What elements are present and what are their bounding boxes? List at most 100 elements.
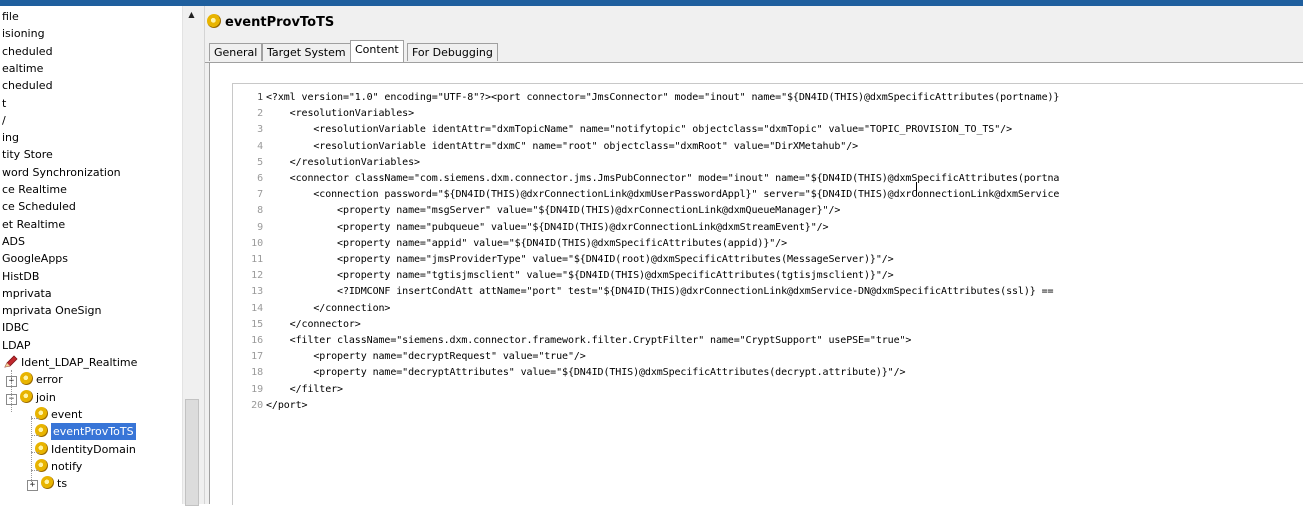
code-line: 7 <connection password="${DN4ID(THIS)@dx… <box>233 187 1059 203</box>
code-text: <resolutionVariable identAttr="dxmTopicN… <box>266 124 1012 136</box>
tree-item[interactable]: ce Scheduled <box>2 198 76 215</box>
code-line: 4 <resolutionVariable identAttr="dxmC" n… <box>233 139 858 155</box>
tree-item-label: Ident_LDAP_Realtime <box>21 356 138 369</box>
code-text: </resolutionVariables> <box>266 156 420 168</box>
tree-item-label: ce Realtime <box>2 183 67 196</box>
tree-item[interactable]: et Realtime <box>2 216 65 233</box>
tree-item[interactable]: isioning <box>2 25 45 42</box>
tree-item-label: HistDB <box>2 269 40 283</box>
scroll-thumb[interactable] <box>185 399 199 506</box>
tree-item[interactable]: LDAP <box>2 337 31 354</box>
tree-item-label: LDAP <box>2 338 31 352</box>
pencil-icon <box>4 355 18 368</box>
line-number: 3 <box>257 124 263 136</box>
tree-item[interactable]: HistDB <box>2 268 39 285</box>
line-number: 1 <box>257 92 263 103</box>
content-tab-pane: 1 <?xml version="1.0" encoding="UTF-8"?><… <box>209 63 1303 505</box>
tree-item-label: isioning <box>2 27 45 41</box>
line-number: 7 <box>257 189 263 201</box>
line-number: 6 <box>257 173 263 184</box>
gear-icon <box>207 14 221 28</box>
tree-item-label: error <box>36 373 63 387</box>
tree-item[interactable]: ce Realtime <box>2 181 67 198</box>
code-text: </connection> <box>266 302 391 314</box>
tree-item-label: ealtime <box>2 61 44 75</box>
tab-general[interactable]: General <box>209 43 263 61</box>
code-text: <resolutionVariables> <box>266 108 415 120</box>
tree-item[interactable]: Ident_LDAP_Realtime <box>4 354 137 371</box>
tree-item[interactable]: ADS <box>2 233 25 250</box>
code-line: 2 <resolutionVariables> <box>233 106 414 122</box>
line-number: 18 <box>251 367 263 379</box>
code-line: 1 <?xml version="1.0" encoding="UTF-8"?><… <box>233 90 1059 106</box>
tree-item[interactable]: file <box>2 8 19 25</box>
code-text: </port> <box>266 399 308 411</box>
tree-item-label: file <box>2 10 19 23</box>
tree-item[interactable]: IDBC <box>2 319 29 336</box>
code-text: <property name="pubqueue" value="${DN4ID… <box>266 221 829 233</box>
code-text: <property name="tgtisjmsclient" value="$… <box>266 270 894 282</box>
code-line: 18 <property name="decryptAttributes" va… <box>233 365 905 381</box>
tab-for-debugging[interactable]: For Debugging <box>407 43 498 61</box>
tree-item-label: tity Store <box>2 148 53 162</box>
tree-item[interactable]: IdentityDomain <box>22 441 136 458</box>
tree-item-label: mprivata OneSign <box>2 304 102 318</box>
tree-item[interactable]: cheduled <box>2 43 53 60</box>
tree-item[interactable]: cheduled <box>2 77 53 94</box>
tree-item[interactable]: mprivata OneSign <box>2 302 101 319</box>
page-title-text: eventProvToTS <box>225 15 335 30</box>
code-line: 14 </connection> <box>233 301 390 317</box>
code-text: <connector className="com.siemens.dxm.co… <box>266 173 1060 184</box>
code-line: 8 <property name="msgServer" value="${DN… <box>233 203 840 219</box>
tree-item-label: cheduled <box>2 44 53 58</box>
code-line: 16 <filter className="siemens.dxm.connec… <box>233 333 911 349</box>
tab-target-system[interactable]: Target System <box>262 43 351 61</box>
code-text: <?IDMCONF insertCondAtt attName="port" t… <box>266 286 1054 298</box>
code-line: 15 </connector> <box>233 317 361 333</box>
tree-item[interactable]: / <box>2 112 6 129</box>
tree-item[interactable]: eventProvToTS <box>22 423 136 441</box>
code-text: <resolutionVariable identAttr="dxmC" nam… <box>266 140 859 152</box>
code-text: <property name="decryptRequest" value="t… <box>266 351 586 363</box>
tree-item-label: t <box>2 96 7 110</box>
code-line: 3 <resolutionVariable identAttr="dxmTopi… <box>233 122 1012 138</box>
code-text: <connection password="${DN4ID(THIS)@dxrC… <box>266 189 1060 201</box>
code-text: </connector> <box>266 318 361 330</box>
line-number: 2 <box>257 108 263 120</box>
line-number: 9 <box>257 221 263 233</box>
code-text: </filter> <box>266 383 343 395</box>
tree-item-label: cheduled <box>2 79 53 93</box>
object-tree[interactable]: file isioning cheduled ealtime cheduled t / ing… <box>0 6 182 504</box>
tree-item[interactable]: ing <box>2 129 19 146</box>
line-number: 4 <box>257 140 263 152</box>
tree-item[interactable]: tity Store <box>2 146 53 163</box>
tree-item[interactable]: − join <box>6 389 56 406</box>
scroll-up-icon[interactable]: ▲ <box>183 10 200 19</box>
code-line: 6 <connector className="com.siemens.dxm.… <box>233 171 1059 187</box>
tree-item[interactable]: mprivata <box>2 285 52 302</box>
expand-icon[interactable]: + <box>27 480 38 492</box>
tree-scrollbar[interactable]: ▲ <box>182 6 200 506</box>
code-text: <property name="jmsProviderType" value="… <box>266 254 894 265</box>
code-line: 13 <?IDMCONF insertCondAtt attName="port… <box>233 284 1053 300</box>
tree-item-label: ing <box>2 131 20 145</box>
code-text: <filter className="siemens.dxm.connector… <box>266 335 912 346</box>
tree-item[interactable]: GoogleApps <box>2 250 68 267</box>
code-text: <?xml version="1.0" encoding="UTF-8"?><p… <box>266 92 1060 103</box>
tree-item[interactable]: word Synchronization <box>2 164 121 181</box>
gear-icon <box>20 389 33 403</box>
tab-content[interactable]: Content <box>350 40 404 62</box>
tree-item[interactable]: ealtime <box>2 60 43 77</box>
line-number: 11 <box>251 254 263 265</box>
code-line: 19 </filter> <box>233 382 343 398</box>
code-line: 11 <property name="jmsProviderType" valu… <box>233 252 894 268</box>
gear-icon <box>20 372 33 386</box>
tree-item[interactable]: t <box>2 95 6 112</box>
tree-item-label: word Synchronization <box>2 165 121 179</box>
line-number: 19 <box>251 383 263 395</box>
tree-item[interactable]: + error <box>6 371 63 388</box>
xml-editor[interactable]: 1 <?xml version="1.0" encoding="UTF-8"?><… <box>232 83 1303 505</box>
tree-guide-line <box>31 470 39 471</box>
line-number: 16 <box>251 335 263 346</box>
tree-item[interactable]: + ts <box>27 475 67 492</box>
